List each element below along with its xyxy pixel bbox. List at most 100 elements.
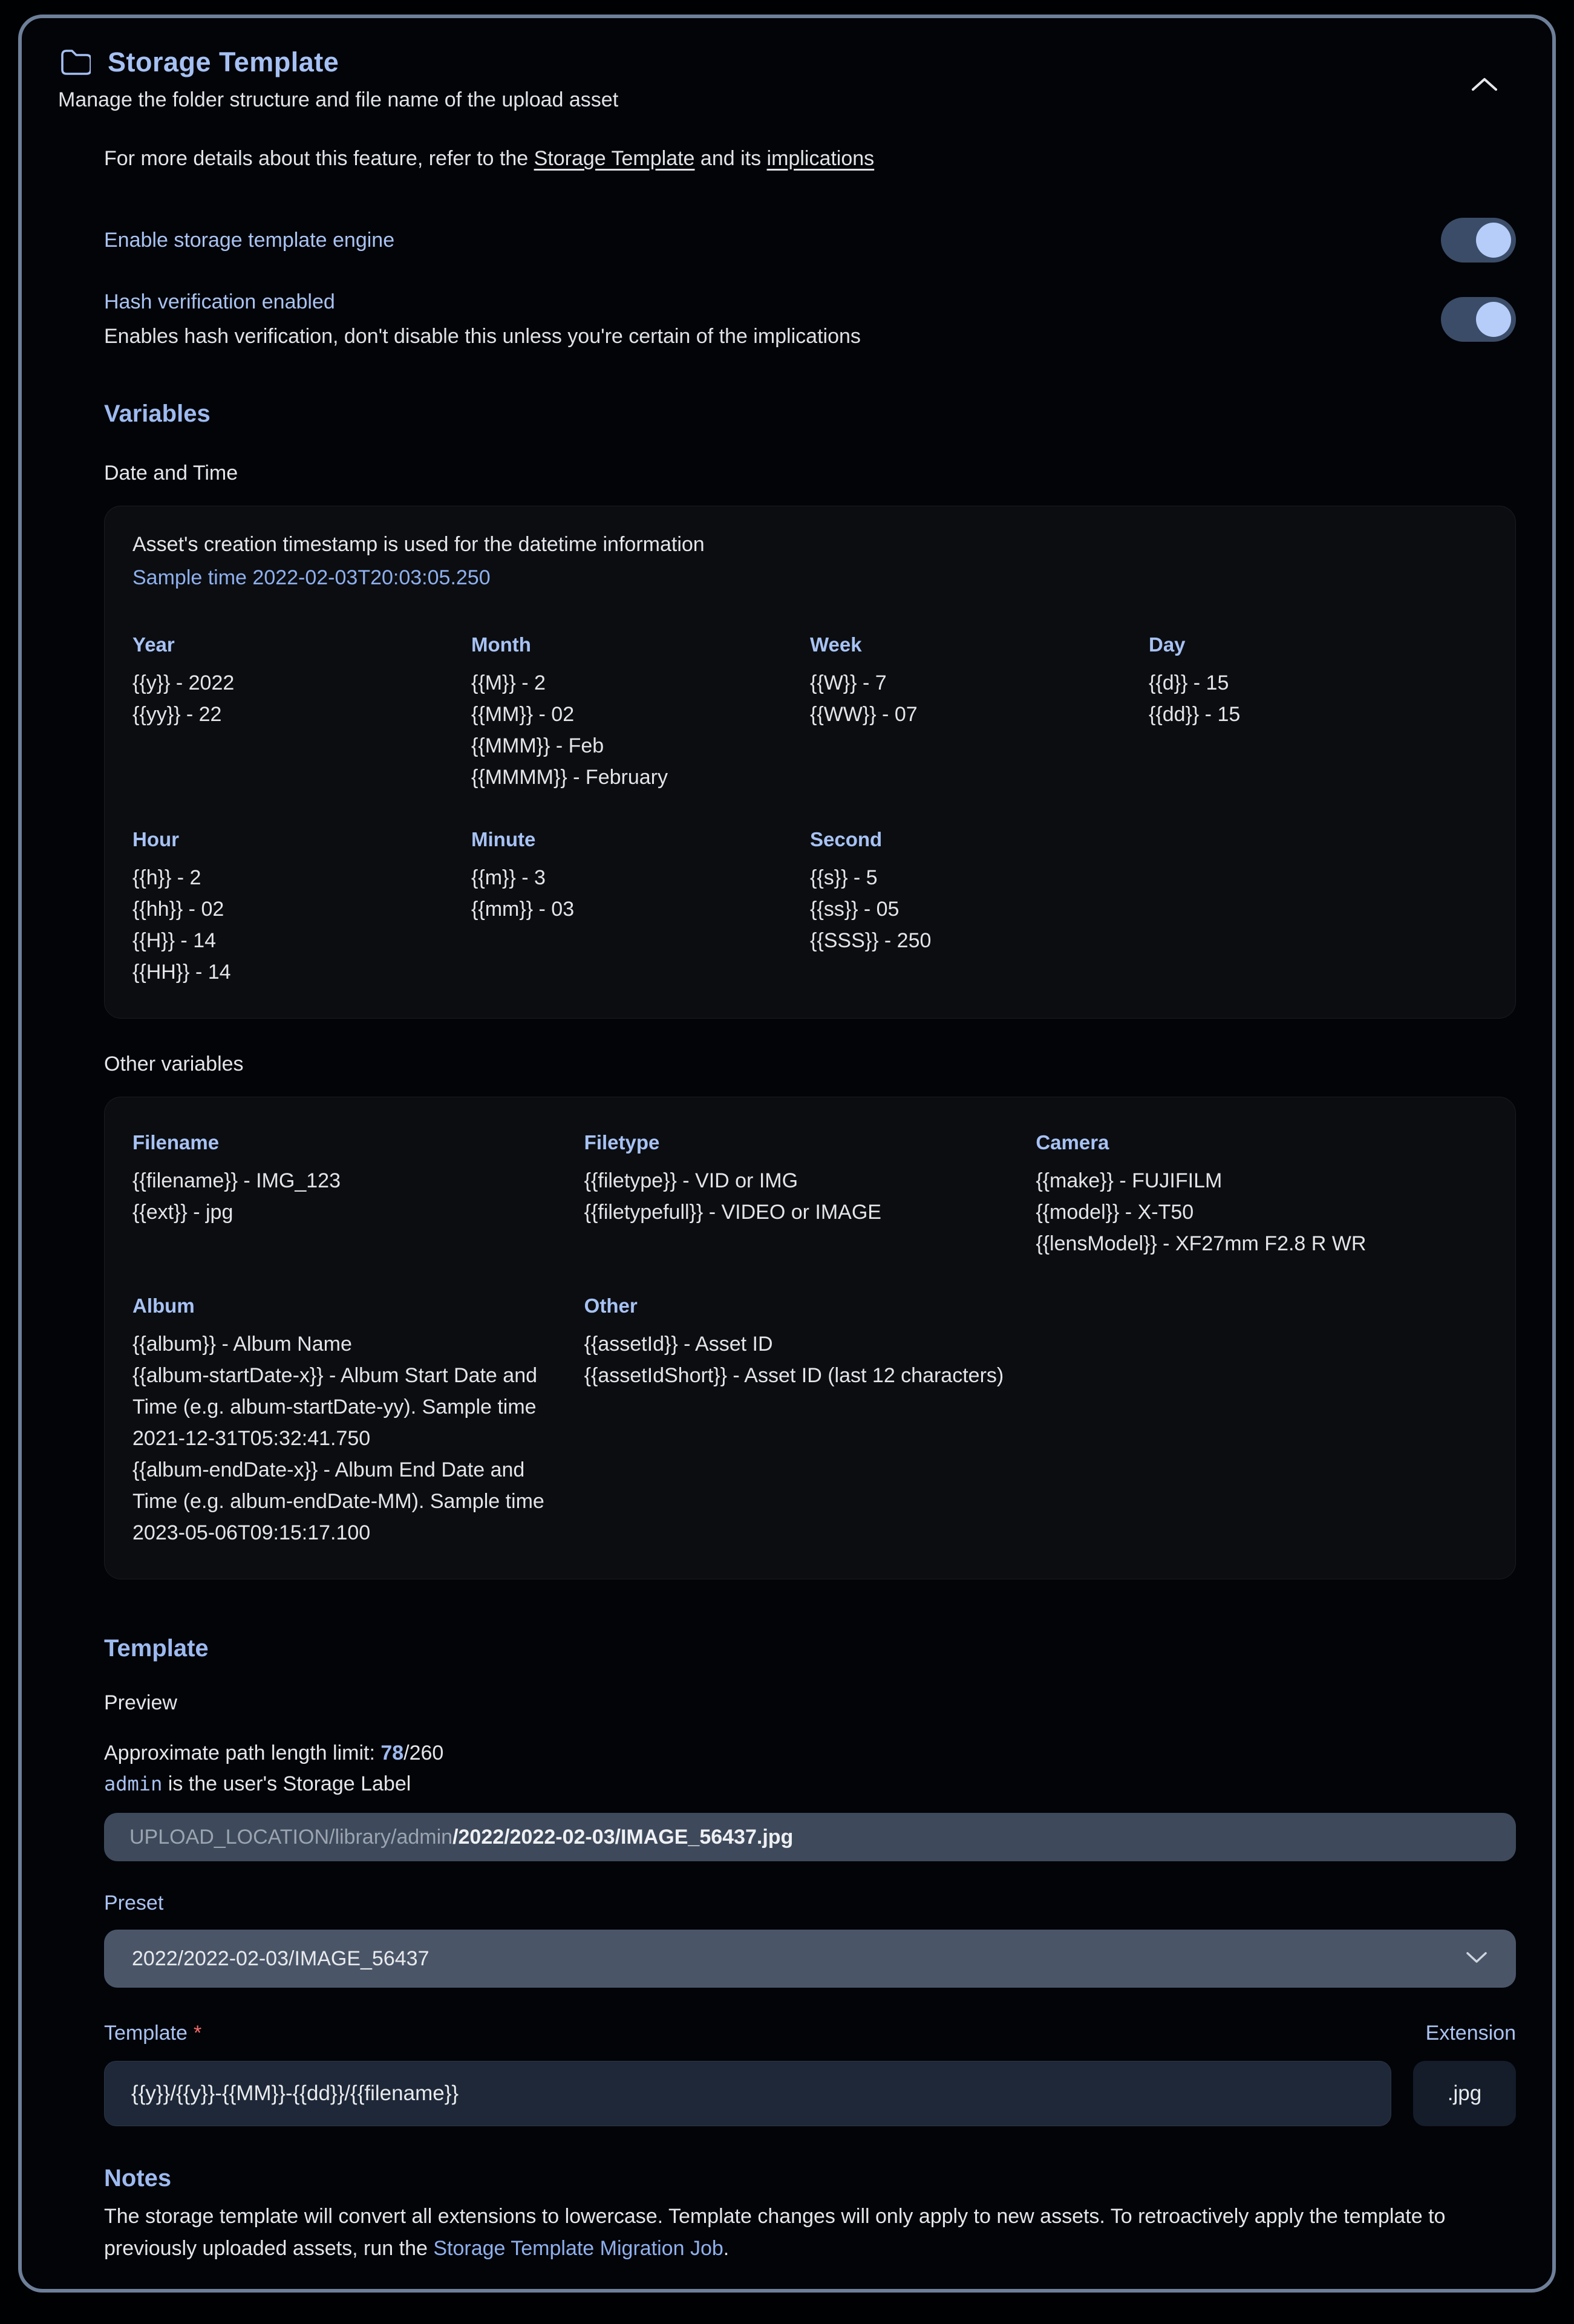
other-variables-label: Other variables <box>104 1053 1516 1076</box>
variable-group-title: Filename <box>132 1131 554 1154</box>
variable-line: {{album-endDate-x}} - Album End Date and… <box>132 1454 554 1549</box>
chevron-up-icon <box>1469 86 1500 95</box>
datetime-variable-grid: Year {{y}} - 2022 {{yy}} - 22 Month {{M}… <box>132 633 1487 988</box>
variable-group-title: Filetype <box>584 1131 1006 1154</box>
variable-line: {{filetypefull}} - VIDEO or IMAGE <box>584 1196 1006 1228</box>
variable-line: {{W}} - 7 <box>810 667 1118 699</box>
variable-line: {{d}} - 15 <box>1149 667 1457 699</box>
variable-line: {{assetIdShort}} - Asset ID (last 12 cha… <box>584 1360 1006 1391</box>
variable-line: {{dd}} - 15 <box>1149 699 1457 730</box>
variable-line: {{ext}} - jpg <box>132 1196 554 1228</box>
variable-line: {{MM}} - 02 <box>471 699 780 730</box>
variable-group-month: Month {{M}} - 2 {{MM}} - 02 {{MMM}} - Fe… <box>471 633 810 793</box>
variable-line: {{M}} - 2 <box>471 667 780 699</box>
template-form-row: Template * Extension .jpg <box>104 2022 1516 2126</box>
variable-group-title: Camera <box>1036 1131 1457 1154</box>
variable-line: {{y}} - 2022 <box>132 667 441 699</box>
intro-text: For more details about this feature, ref… <box>104 147 1516 171</box>
datetime-sample: Sample time 2022-02-03T20:03:05.250 <box>132 566 1487 590</box>
storage-template-docs-link[interactable]: Storage Template <box>534 147 695 170</box>
datetime-label: Date and Time <box>104 462 1516 485</box>
page-title: Storage Template <box>108 47 339 78</box>
variable-line: {{filename}} - IMG_123 <box>132 1165 554 1196</box>
variable-line: {{m}} - 3 <box>471 862 780 893</box>
variable-line: {{H}} - 14 <box>132 925 441 956</box>
engine-toggle-label: Enable storage template engine <box>104 229 394 252</box>
preset-select[interactable]: 2022/2022-02-03/IMAGE_56437 <box>104 1930 1516 1988</box>
card-header: Storage Template <box>58 46 1516 79</box>
variable-line: {{yy}} - 22 <box>132 699 441 730</box>
extension-label: Extension <box>1413 2022 1516 2045</box>
intro-middle: and its <box>694 147 766 170</box>
storage-template-card: Storage Template Manage the folder struc… <box>18 15 1556 2293</box>
variable-line: {{lensModel}} - XF27mm F2.8 R WR <box>1036 1228 1457 1259</box>
variable-group-week: Week {{W}} - 7 {{WW}} - 07 <box>810 633 1149 793</box>
storage-label-text: is the user's Storage Label <box>162 1772 411 1795</box>
engine-toggle[interactable] <box>1441 218 1516 263</box>
preview-label: Preview <box>104 1691 1516 1715</box>
folder-icon <box>58 46 91 79</box>
variable-group-title: Day <box>1149 633 1457 656</box>
template-heading: Template <box>104 1635 1516 1662</box>
hash-toggle-knob <box>1476 302 1511 337</box>
datetime-note: Asset's creation timestamp is used for t… <box>132 533 1487 557</box>
variable-group-filename: Filename {{filename}} - IMG_123 {{ext}} … <box>132 1131 584 1259</box>
engine-toggle-knob <box>1476 223 1511 258</box>
variable-group-other: Other {{assetId}} - Asset ID {{assetIdSh… <box>584 1294 1036 1549</box>
other-variables-panel: Filename {{filename}} - IMG_123 {{ext}} … <box>104 1097 1516 1579</box>
variable-group-year: Year {{y}} - 2022 {{yy}} - 22 <box>132 633 471 793</box>
variable-line: {{s}} - 5 <box>810 862 1118 893</box>
variable-line: {{ss}} - 05 <box>810 893 1118 925</box>
notes-heading: Notes <box>104 2165 1516 2192</box>
template-label-text: Template <box>104 2022 188 2045</box>
variable-group-title: Album <box>132 1294 554 1317</box>
variable-group-title: Week <box>810 633 1118 656</box>
variables-heading: Variables <box>104 400 1516 428</box>
limit-suffix: /260 <box>403 1741 443 1764</box>
limit-prefix: Approximate path length limit: <box>104 1741 380 1764</box>
variable-group-title: Year <box>132 633 441 656</box>
variable-line: {{HH}} - 14 <box>132 956 441 988</box>
engine-toggle-row: Enable storage template engine <box>104 218 1516 263</box>
variable-group-title: Month <box>471 633 780 656</box>
storage-label-line: admin is the user's Storage Label <box>104 1772 1516 1796</box>
intro-before: For more details about this feature, ref… <box>104 147 534 170</box>
hash-toggle-text: Hash verification enabled Enables hash v… <box>104 290 861 348</box>
template-field-column: Template * <box>104 2022 1391 2126</box>
template-input[interactable] <box>104 2061 1391 2126</box>
variable-group-title: Other <box>584 1294 1006 1317</box>
variable-line: {{assetId}} - Asset ID <box>584 1328 1006 1360</box>
variable-group-minute: Minute {{m}} - 3 {{mm}} - 03 <box>471 828 810 988</box>
variable-group-title: Hour <box>132 828 441 851</box>
path-preview: UPLOAD_LOCATION/library/admin/2022/2022-… <box>104 1813 1516 1861</box>
variable-line: {{MMMM}} - February <box>471 762 780 793</box>
variable-group-camera: Camera {{make}} - FUJIFILM {{model}} - X… <box>1036 1131 1487 1259</box>
limit-value: 78 <box>380 1741 403 1764</box>
hash-toggle-row: Hash verification enabled Enables hash v… <box>104 290 1516 348</box>
required-asterisk: * <box>194 2022 201 2045</box>
collapse-section-button[interactable] <box>1468 71 1501 98</box>
variable-group-second: Second {{s}} - 5 {{ss}} - 05 {{SSS}} - 2… <box>810 828 1149 988</box>
hash-toggle-description: Enables hash verification, don't disable… <box>104 325 861 348</box>
variable-line: {{h}} - 2 <box>132 862 441 893</box>
hash-toggle[interactable] <box>1441 297 1516 342</box>
variable-group-hour: Hour {{h}} - 2 {{hh}} - 02 {{H}} - 14 {{… <box>132 828 471 988</box>
variable-line: {{album-startDate-x}} - Album Start Date… <box>132 1360 554 1454</box>
storage-template-migration-job-link[interactable]: Storage Template Migration Job <box>433 2237 723 2260</box>
extension-value: .jpg <box>1413 2061 1516 2126</box>
variable-line: {{hh}} - 02 <box>132 893 441 925</box>
page-subtitle: Manage the folder structure and file nam… <box>58 88 1516 112</box>
variable-line: {{WW}} - 07 <box>810 699 1118 730</box>
variable-line: {{SSS}} - 250 <box>810 925 1118 956</box>
notes-text: The storage template will convert all ex… <box>104 2201 1489 2264</box>
variable-group-title: Minute <box>471 828 780 851</box>
variable-group-day: Day {{d}} - 15 {{dd}} - 15 <box>1149 633 1487 793</box>
chevron-down-icon <box>1465 1951 1488 1967</box>
hash-toggle-label: Hash verification enabled <box>104 290 861 314</box>
variable-line: {{MMM}} - Feb <box>471 730 780 762</box>
variable-line: {{filetype}} - VID or IMG <box>584 1165 1006 1196</box>
template-field-label: Template * <box>104 2022 1391 2045</box>
preset-selected-value: 2022/2022-02-03/IMAGE_56437 <box>132 1947 429 1971</box>
implications-docs-link[interactable]: implications <box>767 147 875 170</box>
variable-group-filetype: Filetype {{filetype}} - VID or IMG {{fil… <box>584 1131 1036 1259</box>
